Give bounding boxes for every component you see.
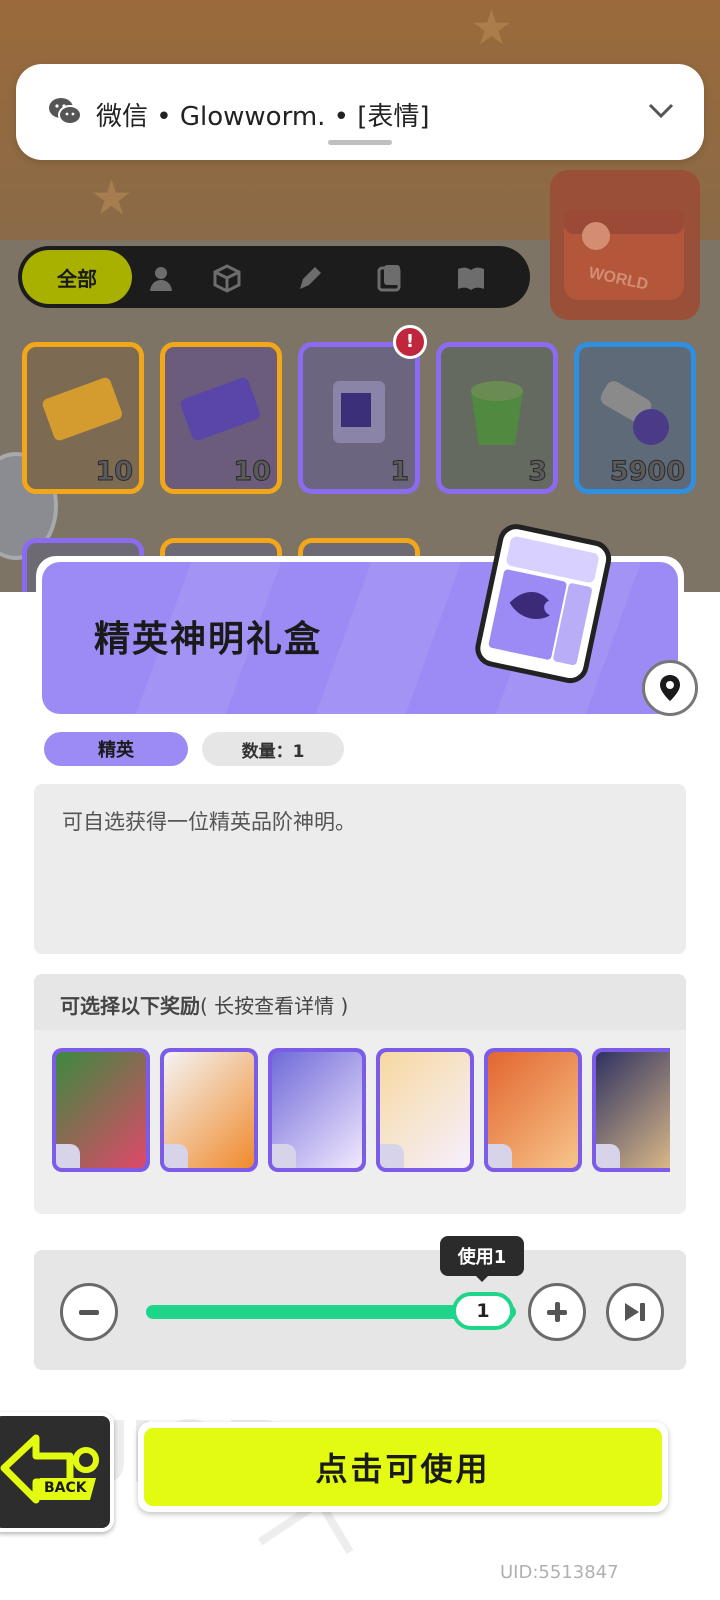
class-icon [56, 1144, 80, 1168]
reward-hero-card[interactable] [160, 1048, 258, 1172]
rewards-hint: ( 长按查看详情 ) [200, 994, 349, 1018]
star-decoration: ★ [90, 170, 134, 226]
back-arrow-icon [0, 1434, 99, 1504]
rarity-tag: 精英 [44, 732, 188, 766]
class-icon [488, 1144, 512, 1168]
card-icon[interactable] [374, 263, 404, 293]
pen-icon[interactable] [294, 263, 324, 293]
inventory-item[interactable]: 10 [22, 342, 144, 494]
reward-list[interactable] [52, 1048, 670, 1178]
ticket-icon [42, 377, 122, 441]
box-icon[interactable] [212, 263, 242, 293]
inventory-item[interactable]: 1 [298, 342, 420, 494]
quantity-slider-thumb[interactable]: 1 [452, 1292, 514, 1330]
item-title: 精英神明礼盒 [94, 619, 323, 660]
use-button-label: 点击可使用 [144, 1428, 662, 1506]
notification-handle[interactable] [328, 140, 392, 145]
alert-badge: ! [393, 325, 427, 359]
ticket-icon [180, 377, 260, 441]
minus-icon [79, 1310, 99, 1315]
class-icon [380, 1144, 404, 1168]
decrease-button[interactable] [60, 1283, 118, 1341]
increase-button[interactable] [528, 1283, 586, 1341]
class-icon [164, 1144, 188, 1168]
item-description: 可自选获得一位精英品阶神明。 [62, 810, 356, 834]
inventory-item[interactable]: 5900 [574, 342, 696, 494]
class-icon [272, 1144, 296, 1168]
user-id: UID:5513847 [500, 1562, 619, 1583]
reward-hero-card[interactable] [484, 1048, 582, 1172]
location-button[interactable] [642, 660, 698, 716]
rewards-panel: 可选择以下奖励( 长按查看详情 ) [34, 974, 686, 1214]
use-button[interactable]: 点击可使用 [138, 1422, 668, 1512]
rewards-title: 可选择以下奖励( 长按查看详情 ) [60, 990, 348, 1019]
reward-hero-card[interactable] [592, 1048, 670, 1172]
skip-to-max-icon [625, 1303, 645, 1321]
gift-box-icon [333, 381, 385, 443]
paint-tube-icon [600, 381, 669, 445]
reward-hero-card[interactable] [376, 1048, 474, 1172]
back-label: BACK [44, 1480, 87, 1496]
max-button[interactable] [606, 1283, 664, 1341]
gift-box-icon [475, 524, 612, 684]
quantity-tag: 数量：1 [202, 732, 344, 766]
book-icon[interactable] [456, 263, 486, 293]
notification-text: 微信 • Glowworm. • [表情] [96, 102, 430, 132]
inventory-item[interactable]: 10 [160, 342, 282, 494]
item-count: 5900 [609, 456, 685, 488]
description-box: 可自选获得一位精英品阶神明。 [34, 784, 686, 954]
location-pin-icon [660, 675, 680, 701]
star-decoration: ★ [470, 0, 514, 56]
world-map-button[interactable]: WORLD [550, 170, 700, 320]
cup-icon [471, 381, 523, 445]
notification-banner[interactable]: 微信 • Glowworm. • [表情] [16, 64, 704, 160]
usage-tooltip: 使用1 [440, 1236, 524, 1282]
reward-hero-card[interactable] [268, 1048, 366, 1172]
item-count: 1 [390, 456, 410, 488]
item-count: 10 [233, 456, 272, 488]
reward-hero-card[interactable] [52, 1048, 150, 1172]
inventory-filter-bar: 全部 [18, 246, 530, 308]
chevron-down-icon[interactable] [648, 102, 674, 120]
person-icon[interactable] [146, 263, 176, 293]
rewards-header: 可选择以下奖励( 长按查看详情 ) [34, 974, 686, 1030]
filter-tab-all[interactable]: 全部 [22, 250, 132, 304]
inventory-item[interactable]: 3 [436, 342, 558, 494]
item-count: 10 [95, 456, 134, 488]
class-icon [596, 1144, 620, 1168]
rewards-title-text: 可选择以下奖励 [60, 994, 200, 1018]
item-count: 3 [528, 456, 548, 488]
plus-icon [547, 1302, 567, 1322]
back-button[interactable]: BACK [0, 1412, 114, 1532]
wechat-icon [49, 98, 82, 125]
